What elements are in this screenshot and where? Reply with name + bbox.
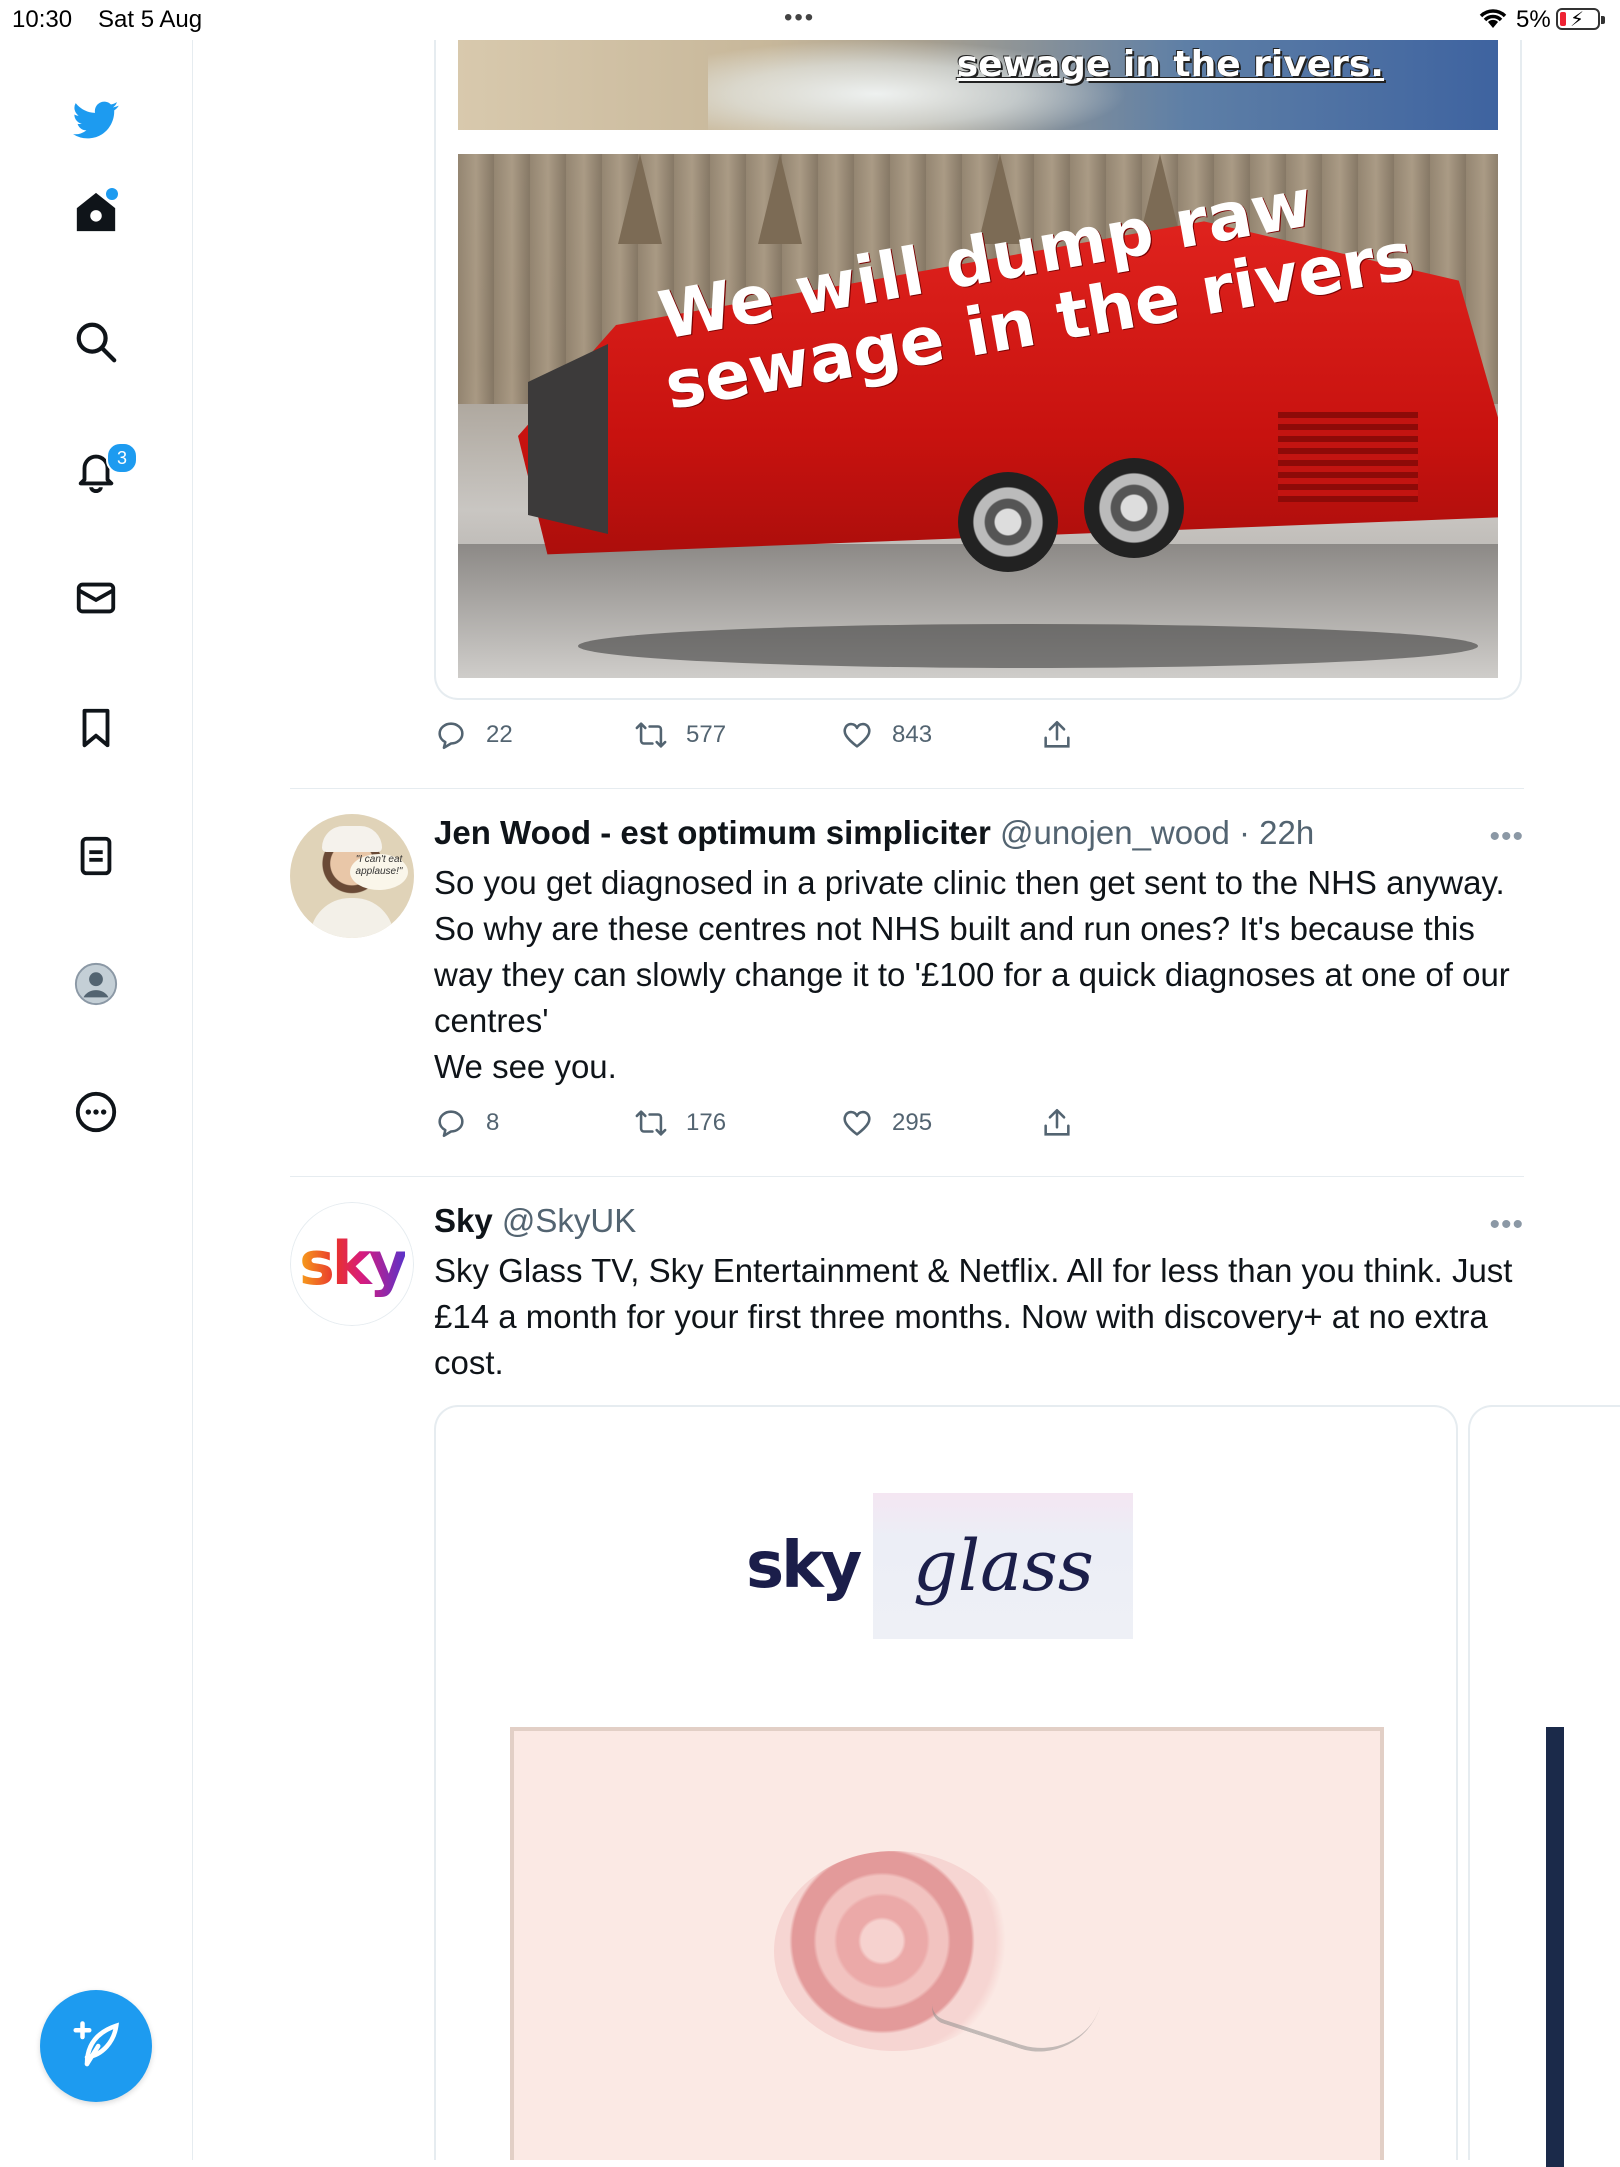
tweet-text: So you get diagnosed in a private clinic…: [434, 864, 1510, 1085]
reply-count: 22: [486, 721, 513, 748]
tweet-image-beach[interactable]: sewage in the rivers.: [458, 40, 1498, 130]
status-bar: 10:30 Sat 5 Aug ••• 5% ⚡: [0, 0, 1620, 40]
mail-icon: [76, 582, 116, 614]
avatar-caption: "I can't eat applause!": [350, 854, 408, 890]
nav-more[interactable]: [66, 1082, 126, 1142]
nav-explore[interactable]: [66, 312, 126, 372]
reply-button[interactable]: 22: [434, 718, 513, 752]
share-icon: [1044, 1108, 1070, 1136]
sky-logo: sky: [299, 1229, 408, 1299]
reply-button[interactable]: 8: [434, 1106, 499, 1140]
compose-tweet-button[interactable]: [40, 1990, 152, 2102]
tweet-text: Sky Glass TV, Sky Entertainment & Netfli…: [434, 1252, 1513, 1381]
tweet-image-bus[interactable]: We will dump raw sewage in the rivers: [458, 154, 1498, 678]
status-date: Sat 5 Aug: [98, 6, 203, 33]
more-options-icon[interactable]: •••: [1489, 820, 1524, 854]
nav-home[interactable]: [66, 182, 126, 242]
unread-dot: [106, 188, 118, 200]
tweet[interactable]: "I can't eat applause!" Jen Wood - est o…: [290, 814, 1524, 1154]
like-button[interactable]: 843: [840, 718, 932, 752]
tweet-actions: 8 176 295: [434, 1106, 1134, 1146]
side-navigation: 3: [0, 40, 193, 2160]
like-count: 295: [892, 1109, 933, 1136]
author-handle[interactable]: @SkyUK: [502, 1202, 636, 1239]
tweet-header: Sky @SkyUK: [434, 1202, 636, 1240]
tweet-divider: [290, 788, 1524, 789]
nav-profile[interactable]: [66, 954, 126, 1014]
tweet-time[interactable]: 22h: [1259, 814, 1314, 851]
notifications-badge: 3: [106, 442, 138, 474]
more-icon: [75, 1091, 117, 1133]
search-icon: [76, 322, 117, 363]
promo-card-next[interactable]: [1468, 1405, 1620, 2167]
heart-icon: [843, 1110, 871, 1136]
retweet-count: 176: [686, 1109, 727, 1136]
avatar[interactable]: sky: [290, 1202, 414, 1326]
list-icon: [80, 836, 112, 876]
author-handle[interactable]: @unojen_wood: [1000, 814, 1230, 851]
like-button[interactable]: 295: [840, 1106, 932, 1140]
promo-image-frame: [510, 1727, 1384, 2160]
like-count: 843: [892, 721, 933, 748]
retweet-count: 577: [686, 721, 727, 748]
image-caption: sewage in the rivers.: [956, 44, 1384, 85]
retweet-icon: [635, 1110, 667, 1136]
reply-icon: [438, 722, 464, 750]
sky-glass-logo: sky glass: [746, 1493, 1134, 1639]
share-button[interactable]: [1040, 718, 1092, 752]
more-options-icon[interactable]: •••: [1489, 1208, 1524, 1242]
nav-notifications[interactable]: 3: [66, 440, 138, 500]
reply-icon: [438, 1110, 464, 1138]
share-icon: [1044, 720, 1070, 748]
battery-icon: ⚡: [1556, 8, 1605, 31]
profile-icon: [74, 962, 118, 1006]
tweet-divider: [290, 1176, 1524, 1177]
nav-messages[interactable]: [66, 568, 126, 628]
compose-feather-icon: [73, 2021, 119, 2067]
share-button[interactable]: [1040, 1106, 1092, 1140]
status-time: 10:30: [12, 6, 73, 33]
battery-percent: 5%: [1516, 6, 1551, 33]
author-name[interactable]: Sky: [434, 1202, 493, 1239]
nav-lists[interactable]: [66, 826, 126, 886]
twitter-logo-icon[interactable]: [66, 90, 126, 150]
bookmark-icon: [82, 708, 110, 748]
tweet-actions: 22 577 843: [434, 718, 1134, 758]
wifi-icon: [1476, 6, 1510, 37]
nav-bookmarks[interactable]: [66, 698, 126, 758]
tweet[interactable]: sky Sky @SkyUK ••• Sky Glass TV, Sky Ent…: [290, 1202, 1524, 1402]
author-name[interactable]: Jen Wood - est optimum simpliciter: [434, 814, 991, 851]
heart-icon: [843, 722, 871, 748]
retweet-button[interactable]: 577: [634, 718, 726, 752]
tweet-media-card[interactable]: sewage in the rivers. We will dump raw s…: [434, 40, 1522, 700]
retweet-button[interactable]: 176: [634, 1106, 726, 1140]
avatar[interactable]: "I can't eat applause!": [290, 814, 414, 938]
reply-count: 8: [486, 1109, 500, 1136]
promo-card[interactable]: sky glass: [434, 1405, 1458, 2160]
retweet-icon: [635, 722, 667, 748]
multitasking-dots-icon[interactable]: •••: [784, 4, 815, 32]
tweet-header: Jen Wood - est optimum simpliciter @unoj…: [434, 814, 1315, 851]
